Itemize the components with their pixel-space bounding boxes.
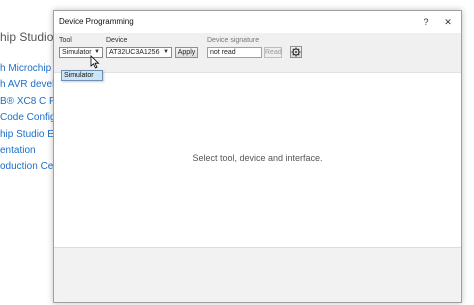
device-signature-field[interactable]: not read (207, 47, 262, 58)
background-app-panel: hip Studio h Microchip h AVR devel B® XC… (0, 0, 54, 305)
background-link[interactable]: h Microchip (0, 61, 54, 77)
help-button[interactable]: ? (416, 11, 436, 33)
dialog-content-area: Select tool, device and interface. (54, 73, 461, 247)
background-link[interactable]: oduction Ce (0, 159, 54, 175)
apply-button[interactable]: Apply (175, 47, 198, 58)
close-button[interactable]: ✕ (438, 11, 458, 33)
dialog-title: Device Programming (59, 17, 134, 26)
background-app-title: hip Studio (0, 30, 54, 44)
background-link[interactable]: entation (0, 143, 54, 159)
tool-option-simulator[interactable]: Simulator (62, 71, 102, 80)
dialog-footer-panel (54, 247, 461, 302)
background-link[interactable]: h AVR devel (0, 77, 54, 93)
read-button[interactable]: Read (264, 47, 282, 58)
device-select-value: AT32UC3A1256 (109, 49, 160, 56)
status-message: Select tool, device and interface. (192, 153, 323, 163)
programming-toolbar: Tool Simulator ▼ Device AT32UC3A1256 ▼ A… (54, 33, 461, 73)
background-link[interactable]: hip Studio Ex (0, 127, 54, 143)
device-select[interactable]: AT32UC3A1256 ▼ (106, 47, 172, 58)
tool-dropdown-list: Simulator (61, 70, 103, 81)
chevron-down-icon: ▼ (163, 49, 169, 55)
settings-button[interactable] (290, 46, 302, 58)
dialog-titlebar: Device Programming ? ✕ (54, 11, 461, 33)
background-link[interactable]: Code Config (0, 110, 54, 126)
device-signature-label: Device signature (207, 37, 260, 44)
background-link[interactable]: B® XC8 C PR (0, 94, 54, 110)
tool-label: Tool (59, 37, 72, 44)
device-label: Device (106, 37, 128, 44)
device-programming-dialog: Device Programming ? ✕ Tool Simulator ▼ … (53, 10, 462, 303)
background-link-list: h Microchip h AVR devel B® XC8 C PR Code… (0, 61, 54, 176)
mouse-pointer-icon (90, 55, 100, 69)
gear-icon (291, 47, 301, 57)
tool-select-value: Simulator (62, 49, 92, 56)
